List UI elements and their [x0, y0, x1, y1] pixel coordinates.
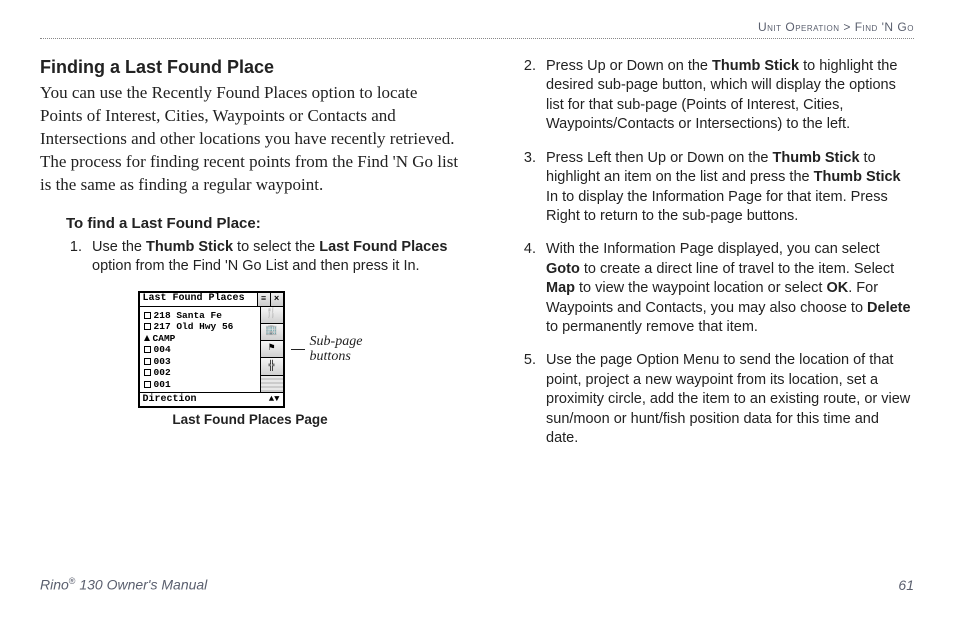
- manual-page: Unit Operation > Find 'N Go Finding a La…: [0, 0, 954, 621]
- list-item: 003: [144, 356, 256, 368]
- window-menu-icon: ≡: [257, 293, 270, 306]
- list-item: CAMP: [144, 333, 256, 345]
- waypoint-icon: [144, 369, 151, 376]
- device-list-pane: 218 Santa Fe 217 Old Hwy 56 CAMP 004 003…: [140, 307, 261, 393]
- camp-icon: [144, 335, 150, 341]
- waypoint-icon: [144, 323, 151, 330]
- device-window-title: Last Found Places: [140, 293, 257, 306]
- figure: Last Found Places ≡ × 218 Santa Fe 217 O…: [40, 291, 460, 428]
- intro-paragraph: You can use the Recently Found Places op…: [40, 82, 460, 197]
- subpage-button-flag-icon: ⚑: [261, 341, 283, 358]
- subpage-button-buildings-icon: 🏢: [261, 324, 283, 341]
- breadcrumb-section: Unit Operation: [758, 20, 840, 34]
- procedure-heading: To find a Last Found Place:: [66, 215, 460, 232]
- step-3: Press Left then Up or Down on the Thumb …: [540, 149, 914, 227]
- close-icon: ×: [270, 293, 283, 306]
- device-footer: Direction ▲▼: [140, 392, 283, 406]
- callout-line: [291, 349, 305, 350]
- page-footer: Rino® 130 Owner's Manual 61: [40, 576, 914, 593]
- steps-list-left: Use the Thumb Stick to select the Last F…: [40, 238, 460, 277]
- breadcrumb: Unit Operation > Find 'N Go: [40, 20, 914, 38]
- page-title: Finding a Last Found Place: [40, 57, 460, 78]
- device-titlebar: Last Found Places ≡ ×: [140, 293, 283, 307]
- step-2: Press Up or Down on the Thumb Stick to h…: [540, 57, 914, 135]
- list-item: 218 Santa Fe: [144, 310, 256, 322]
- product-name: Rino® 130 Owner's Manual: [40, 576, 207, 593]
- step-4: With the Information Page displayed, you…: [540, 240, 914, 337]
- step-5: Use the page Option Menu to send the loc…: [540, 351, 914, 448]
- header-rule: [40, 38, 914, 39]
- waypoint-icon: [144, 381, 151, 388]
- device-screenshot: Last Found Places ≡ × 218 Santa Fe 217 O…: [138, 291, 285, 409]
- sort-arrows-icon: ▲▼: [269, 395, 280, 404]
- figure-caption: Last Found Places Page: [172, 412, 327, 427]
- waypoint-icon: [144, 312, 151, 319]
- steps-list-right: Press Up or Down on the Thumb Stick to h…: [494, 57, 914, 449]
- device-subpage-buttons: 🍴 🏢 ⚑ ╬: [261, 307, 283, 393]
- list-item: 002: [144, 367, 256, 379]
- list-item: 217 Old Hwy 56: [144, 321, 256, 333]
- subpage-button-road-icon: ╬: [261, 358, 283, 375]
- right-column: Press Up or Down on the Thumb Stick to h…: [494, 57, 914, 463]
- breadcrumb-page: Find 'N Go: [855, 20, 914, 34]
- callout-text: Sub-page buttons: [310, 334, 363, 365]
- breadcrumb-sep: >: [840, 20, 855, 34]
- scrollbar-icon: [261, 376, 283, 392]
- subpage-button-food-icon: 🍴: [261, 307, 283, 324]
- waypoint-icon: [144, 358, 151, 365]
- page-number: 61: [898, 577, 914, 593]
- waypoint-icon: [144, 346, 151, 353]
- device-footer-label: Direction: [143, 395, 197, 405]
- figure-callout: Sub-page buttons: [291, 334, 363, 365]
- list-item: 004: [144, 344, 256, 356]
- step-1: Use the Thumb Stick to select the Last F…: [86, 238, 460, 277]
- list-item: 001: [144, 379, 256, 391]
- left-column: Finding a Last Found Place You can use t…: [40, 57, 460, 463]
- content-columns: Finding a Last Found Place You can use t…: [40, 57, 914, 463]
